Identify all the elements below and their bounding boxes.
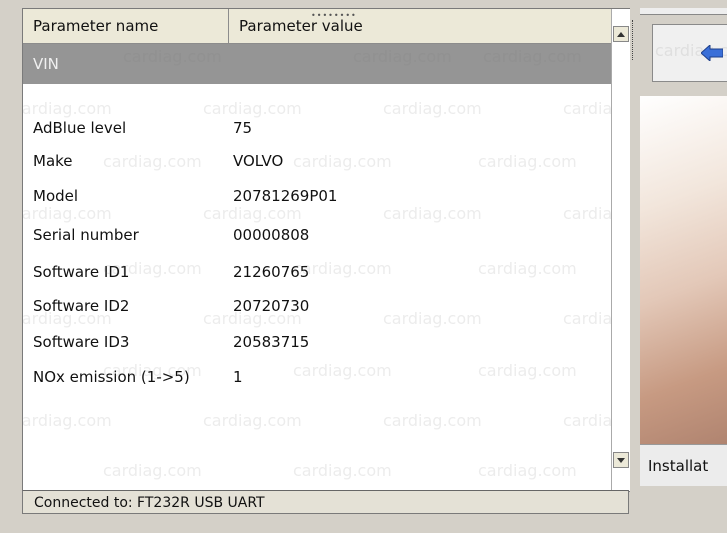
parameter-value: 20583715 xyxy=(233,333,310,351)
watermark: cardiag.com xyxy=(383,411,482,430)
vertical-scrollbar[interactable] xyxy=(611,9,630,491)
parameter-value: 00000808 xyxy=(233,226,310,244)
installation-tab-label[interactable]: Installat xyxy=(640,444,727,486)
parameter-name: Software ID2 xyxy=(33,297,130,315)
back-button[interactable]: cardiag.com xyxy=(652,24,727,82)
parameter-list: •••••••• Parameter name Parameter value … xyxy=(22,8,631,492)
parameter-name: Serial number xyxy=(33,226,139,244)
arrow-down-icon xyxy=(617,457,625,463)
arrow-up-icon xyxy=(617,31,625,37)
watermark: cardiag.com xyxy=(478,461,577,480)
table-row[interactable]: Model 20781269P01 xyxy=(23,181,611,211)
table-row[interactable]: AdBlue level 75 xyxy=(23,113,611,143)
parameter-value: VOLVO xyxy=(233,152,284,170)
installation-photo xyxy=(640,96,727,444)
parameter-name: Software ID3 xyxy=(33,333,130,351)
right-panel: cardiag.com Installat xyxy=(640,8,727,533)
parameter-value: 75 xyxy=(233,119,253,137)
table-row[interactable]: Make VOLVO xyxy=(23,146,611,176)
table-row[interactable]: Software ID3 20583715 xyxy=(23,327,611,357)
table-header: •••••••• Parameter name Parameter value xyxy=(23,9,611,44)
parameter-value: 20720730 xyxy=(233,297,310,315)
table-row[interactable]: Software ID2 20720730 xyxy=(23,291,611,321)
watermark: cardiag.com xyxy=(293,461,392,480)
top-strip xyxy=(640,8,727,15)
parameter-name: Model xyxy=(33,187,79,205)
watermark: cardiag.com xyxy=(203,411,302,430)
watermark: cardiag.com xyxy=(22,411,112,430)
column-header-parameter-value[interactable]: Parameter value xyxy=(229,9,611,43)
parameter-name: Make xyxy=(33,152,73,170)
parameter-value: 21260765 xyxy=(233,263,310,281)
parameter-name: NOx emission (1->5) xyxy=(33,368,190,386)
table-row[interactable]: Serial number 00000808 xyxy=(23,220,611,250)
parameter-name: Software ID1 xyxy=(33,263,130,281)
table-row[interactable]: NOx emission (1->5) 1 xyxy=(23,362,611,392)
scroll-up-button[interactable] xyxy=(613,26,629,42)
section-row-vin[interactable]: VIN xyxy=(23,44,611,84)
status-bar: Connected to: FT232R USB UART xyxy=(22,490,629,514)
parameter-value: 20781269P01 xyxy=(233,187,338,205)
table-row[interactable]: Software ID1 21260765 xyxy=(23,257,611,287)
column-header-parameter-name[interactable]: Parameter name xyxy=(23,9,229,43)
parameter-value: 1 xyxy=(233,368,243,386)
scroll-down-button[interactable] xyxy=(613,452,629,468)
arrow-left-icon xyxy=(701,45,723,61)
watermark: cardiag.com xyxy=(103,461,202,480)
splitter-grip-icon xyxy=(632,20,635,60)
parameter-name: AdBlue level xyxy=(33,119,127,137)
panel-splitter[interactable] xyxy=(630,0,638,533)
